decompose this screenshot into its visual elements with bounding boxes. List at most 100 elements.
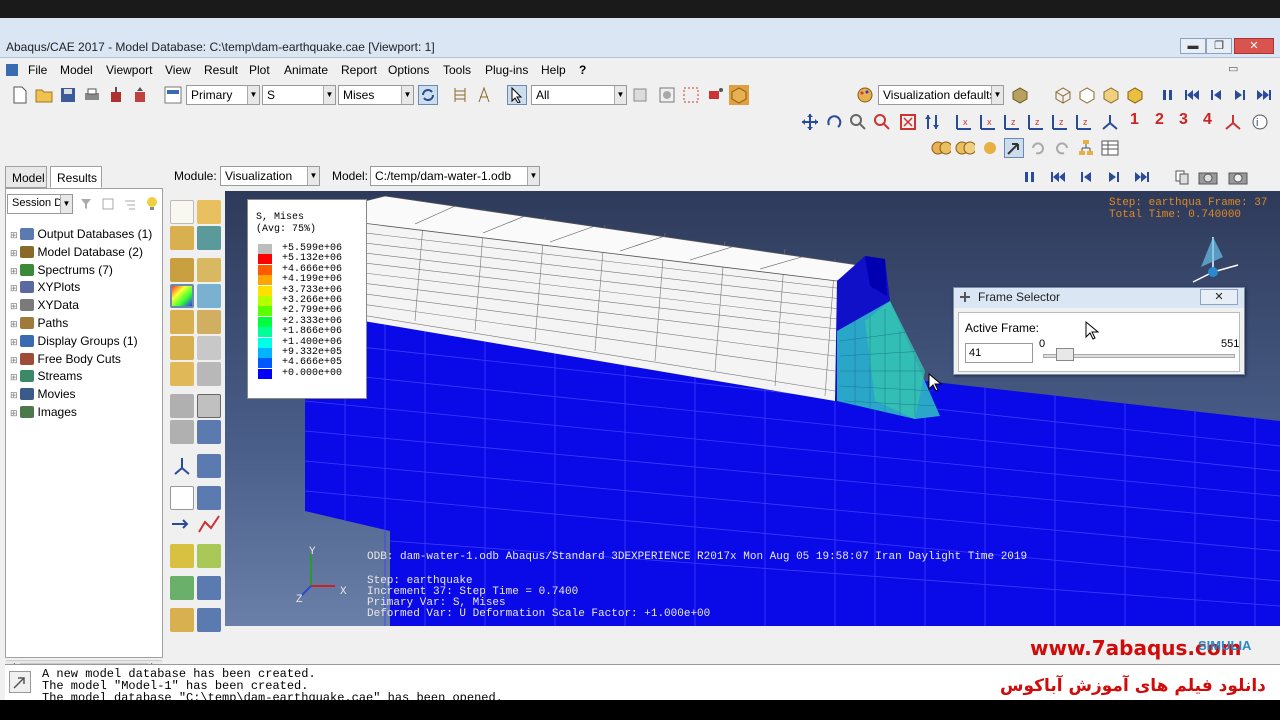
display-group-icon[interactable] [657, 85, 677, 105]
import-icon[interactable] [106, 85, 126, 105]
symbol-plot-icon[interactable] [170, 310, 194, 334]
expand-icon[interactable]: ⊞ [10, 283, 18, 293]
plot-contours-undeformed-icon[interactable] [170, 226, 194, 250]
menu-file[interactable]: File [28, 63, 47, 77]
select-cursor-icon[interactable] [507, 85, 527, 105]
render-style-icon[interactable] [1010, 85, 1030, 105]
view-bottom-icon[interactable]: z [1026, 112, 1046, 132]
tree-item[interactable]: ⊞ Streams [10, 369, 82, 387]
save-icon[interactable] [58, 85, 78, 105]
view-left-icon[interactable]: z [1050, 112, 1070, 132]
view-cut-manager-icon[interactable] [197, 576, 221, 600]
tree-icon[interactable] [1076, 138, 1096, 158]
inner-min-icon[interactable]: ▭ [1228, 62, 1238, 75]
pan-icon[interactable] [800, 112, 820, 132]
tree-item[interactable]: ⊞ Model Database (2) [10, 245, 143, 263]
message-area-toggle-icon[interactable] [9, 671, 31, 693]
animate-scale-icon[interactable] [197, 394, 221, 418]
menu-tools[interactable]: Tools [443, 63, 471, 77]
plot-material-orientations-icon[interactable] [197, 258, 221, 282]
xy-data-manager-icon[interactable] [197, 454, 221, 478]
selection-filter-combo[interactable]: All ▼ [531, 85, 627, 105]
filled-icon[interactable] [1101, 85, 1121, 105]
tree-item[interactable]: ⊞ XYData [10, 298, 79, 316]
box-select-icon[interactable] [681, 85, 701, 105]
close-button[interactable]: ✕ [1234, 38, 1274, 54]
tree-item[interactable]: ⊞ XYPlots [10, 280, 80, 298]
help-icon[interactable]: i [1250, 112, 1270, 132]
session-data-combo[interactable]: Session Data▼ [7, 194, 73, 214]
anim-last-icon[interactable] [1132, 167, 1152, 187]
export-icon[interactable] [130, 85, 150, 105]
view-2-button[interactable]: 2 [1155, 111, 1164, 129]
last-frame-icon[interactable] [1254, 85, 1274, 105]
view-1-button[interactable]: 1 [1130, 111, 1139, 129]
tree-item[interactable]: ⊞ Images [10, 405, 77, 423]
xy-plot-icon[interactable] [170, 486, 194, 510]
expand-icon[interactable]: ⊞ [10, 372, 18, 382]
module-combo[interactable]: Visualization ▼ [220, 166, 320, 186]
contour-options-icon[interactable] [197, 284, 221, 308]
print-icon[interactable] [82, 85, 102, 105]
tree-item[interactable]: ⊞ Output Databases (1) [10, 227, 152, 245]
tab-model[interactable]: Model [5, 166, 47, 188]
view-options-icon[interactable] [1223, 112, 1243, 132]
view-top-icon[interactable]: z [1002, 112, 1022, 132]
plot-symbols-icon[interactable] [170, 258, 194, 282]
visualization-defaults-combo[interactable]: Visualization defaults ▼ [878, 85, 1004, 105]
expand-icon[interactable]: ⊞ [10, 355, 18, 365]
expand-icon[interactable]: ⊞ [10, 390, 18, 400]
menu-report[interactable]: Report [341, 63, 377, 77]
menu-result[interactable]: Result [204, 63, 238, 77]
path-icon[interactable] [170, 512, 194, 536]
table-view-icon[interactable] [1100, 138, 1120, 158]
movie-camera-icon[interactable] [1228, 167, 1248, 187]
view-3-button[interactable]: 3 [1179, 111, 1188, 129]
plot-deformed-icon[interactable] [197, 200, 221, 224]
menu-options[interactable]: Options [388, 63, 429, 77]
cycle-views-icon[interactable] [922, 112, 942, 132]
view-front-icon[interactable]: x [954, 112, 974, 132]
tab-results[interactable]: Results [50, 166, 102, 188]
minimize-button[interactable]: ▬ [1180, 38, 1206, 54]
xy-options-icon[interactable] [197, 486, 221, 510]
tree-expand-icon[interactable] [120, 194, 140, 214]
redo-icon[interactable] [1052, 138, 1072, 158]
expand-icon[interactable]: ⊞ [10, 408, 18, 418]
expand-icon[interactable]: ⊞ [10, 301, 18, 311]
menu-help[interactable]: Help [541, 63, 566, 77]
orientation-options-icon[interactable] [197, 336, 221, 360]
viewport[interactable]: S, Mises (Avg: 75%) +5.599e+06 +5.132e+06… [225, 191, 1280, 626]
plot-undeformed-icon[interactable] [170, 200, 194, 224]
tree-item[interactable]: ⊞ Movies [10, 387, 76, 405]
wireframe-icon[interactable] [1053, 85, 1073, 105]
animation-options-icon[interactable] [197, 420, 221, 444]
view-right-icon[interactable]: z [1074, 112, 1094, 132]
section-points-icon[interactable] [450, 85, 470, 105]
stream-icon[interactable] [170, 544, 194, 568]
context-help-icon[interactable]: ? [579, 63, 586, 77]
open-folder-icon[interactable] [34, 85, 54, 105]
animate-harmonic-icon[interactable] [170, 420, 194, 444]
active-frame-input[interactable]: 41 [965, 343, 1033, 363]
plot-contours-deformed-icon[interactable] [197, 226, 221, 250]
frame-selector-titlebar[interactable]: Frame Selector ✕ [954, 288, 1244, 308]
box-zoom-icon[interactable] [872, 112, 892, 132]
shaded-icon[interactable] [1125, 85, 1145, 105]
menu-plot[interactable]: Plot [249, 63, 270, 77]
previous-frame-icon[interactable] [1206, 85, 1226, 105]
menu-viewport[interactable]: Viewport [106, 63, 152, 77]
anim-options-icon[interactable] [1172, 167, 1192, 187]
field-output-icon[interactable] [163, 85, 183, 105]
view-cut-icon[interactable] [170, 576, 194, 600]
invariant-combo[interactable]: Mises ▼ [338, 85, 414, 105]
undo-icon[interactable] [1028, 138, 1048, 158]
menu-model[interactable]: Model [60, 63, 93, 77]
auto-fit-icon[interactable] [898, 112, 918, 132]
hidden-line-icon[interactable] [1077, 85, 1097, 105]
tree-collapse-icon[interactable] [98, 194, 118, 214]
anim-first-icon[interactable] [1048, 167, 1068, 187]
anim-pause-icon[interactable] [1020, 167, 1040, 187]
part-instance-icon[interactable] [729, 85, 749, 105]
tree-item[interactable]: ⊞ Spectrums (7) [10, 263, 113, 281]
